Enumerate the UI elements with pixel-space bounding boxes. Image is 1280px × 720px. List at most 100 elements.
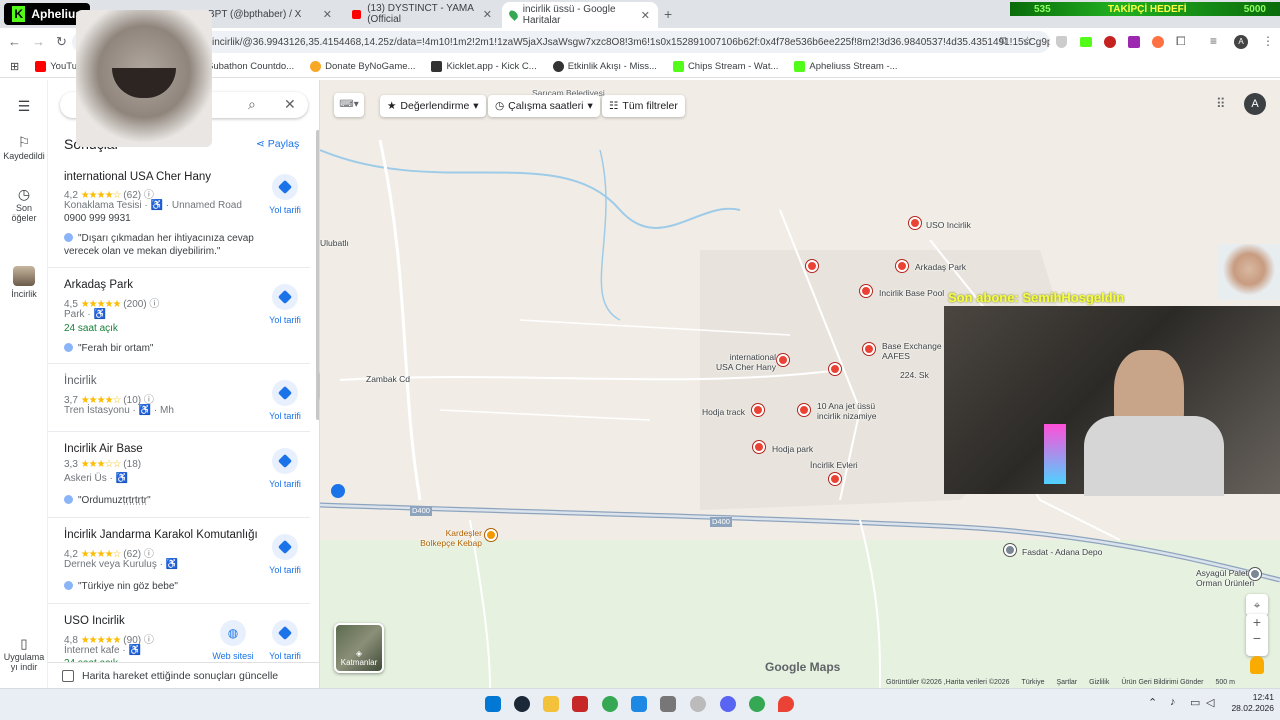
maps-app-icon[interactable] [778, 696, 794, 712]
bookmark-apheliuss[interactable]: Apheliuss Stream -... [794, 61, 898, 72]
tab-google-maps[interactable]: incirlik üssü - Google Haritalar ✕ [502, 2, 658, 28]
map-pin-pool[interactable] [860, 285, 872, 297]
directions-button[interactable]: Yol tarifi [262, 380, 308, 421]
zoom-in-button[interactable]: + [1246, 614, 1268, 630]
filter-all[interactable]: ☷ Tüm filtreler [602, 95, 685, 117]
transit-icon[interactable] [331, 484, 345, 498]
directions-button[interactable]: Yol tarifi [262, 174, 308, 215]
filter-rating[interactable]: ★ Değerlendirme ▾ [380, 95, 486, 117]
close-icon[interactable]: ✕ [641, 9, 650, 22]
result-item[interactable]: Arkadaş Park 4,5 ★★★★★ (200) ⓘ Park · ♿ … [48, 270, 310, 364]
bookmark-star-icon[interactable]: ☆ [1022, 34, 1033, 48]
search-icon[interactable]: ⌕ [248, 96, 256, 113]
forward-icon[interactable]: → [32, 34, 45, 49]
tab-youtube[interactable]: (13) DYSTINCT - YAMA (Official ✕ [344, 3, 500, 25]
share-button[interactable]: ⋖ Paylaş [256, 138, 299, 150]
terms-link[interactable]: Şartlar [1057, 679, 1078, 686]
map-country-link[interactable]: Türkiye [1022, 679, 1045, 686]
apps-grid-icon[interactable]: ⊞ [10, 60, 19, 73]
result-item[interactable]: Incirlik Air Base 3,3 ★★★☆☆ (18) Askeri … [48, 434, 310, 518]
twitch-extension-icon[interactable] [1128, 36, 1140, 48]
extensions-puzzle-icon[interactable]: ⧠ [1176, 34, 1186, 49]
menu-icon[interactable]: ☰ [0, 98, 48, 115]
kick-extension-icon[interactable] [1080, 37, 1092, 47]
map-pin-hodja-park[interactable] [753, 441, 765, 453]
obs-icon[interactable] [690, 696, 706, 712]
map-pin-hodja-track[interactable] [752, 404, 764, 416]
result-item[interactable]: İncirlik 3,7 ★★★★☆ (10) ⓘ Tren İstasyonu… [48, 366, 310, 432]
install-icon[interactable]: ⧉ [1000, 35, 1008, 48]
back-icon[interactable]: ← [8, 34, 21, 49]
reload-icon[interactable]: ↻ [56, 34, 67, 50]
profile-avatar[interactable]: A [1234, 35, 1248, 49]
map-pin-kebap[interactable] [485, 529, 497, 541]
close-icon[interactable]: ✕ [483, 8, 492, 21]
rail-get-app[interactable]: ▯ Uygulama yı indir [0, 636, 48, 672]
directions-button[interactable]: Yol tarifi [262, 620, 308, 661]
directions-button[interactable]: Yol tarifi [262, 284, 308, 325]
tab-bpthaber[interactable]: BPT (@bpthaber) / X ✕ [200, 3, 340, 25]
discord-icon[interactable] [720, 696, 736, 712]
filter-hours[interactable]: ◷ Çalışma saatleri ▾ [488, 95, 600, 117]
update-on-move-row[interactable]: Harita hareket ettiğinde sonuçları günce… [48, 662, 319, 688]
browser-menu-icon[interactable]: ⋮ [1262, 34, 1274, 48]
rail-saved[interactable]: ⚐ Kaydedildi [0, 134, 48, 161]
zoom-out-button[interactable]: − [1246, 630, 1268, 646]
tray-chevron-icon[interactable]: ⌃ [1148, 696, 1157, 709]
close-icon[interactable]: ✕ [284, 96, 296, 113]
result-item[interactable]: international USA Cher Hany 4,2 ★★★★☆ (6… [48, 168, 310, 268]
windows-start-icon[interactable] [485, 696, 501, 712]
directions-button[interactable]: Yol tarifi [262, 448, 308, 489]
result-item[interactable]: USO Incirlik 4,8 ★★★★★ (90) ⓘ İnternet k… [48, 606, 310, 669]
map-pin-evleri[interactable] [829, 473, 841, 485]
website-button[interactable]: ◍ Web sitesi [210, 620, 256, 661]
address-bar[interactable]: incirlik/@36.9943126,35.4154468,14.25z/d… [72, 31, 1050, 53]
extension-icon[interactable] [1152, 36, 1164, 48]
map-pin-unnamed[interactable] [806, 260, 818, 272]
directions-button[interactable]: Yol tarifi [262, 534, 308, 575]
result-hours: 24 saat açık [64, 323, 118, 334]
media-control-icon[interactable]: ≡ [1210, 34, 1217, 48]
map-pin-unnamed[interactable] [829, 363, 841, 375]
app-icon[interactable] [660, 696, 676, 712]
map-pin-cher[interactable] [777, 354, 789, 366]
input-tools-button[interactable]: ⌨▾ [334, 93, 364, 117]
map-pin-jet[interactable] [798, 404, 810, 416]
network-icon[interactable]: ▭ [1190, 696, 1200, 709]
account-avatar[interactable]: A [1244, 93, 1266, 115]
new-tab-icon[interactable]: + [664, 6, 672, 22]
bookmark-etkinlik[interactable]: Etkinlik Akışı - Miss... [552, 61, 657, 72]
close-icon[interactable]: ✕ [323, 8, 332, 21]
bookmark-chips[interactable]: Chips Stream - Wat... [672, 61, 778, 72]
file-explorer-icon[interactable] [543, 696, 559, 712]
map-pin-bx[interactable] [863, 343, 875, 355]
bookmark-kicklet[interactable]: Kicklet.app - Kick C... [431, 61, 537, 72]
google-apps-icon[interactable]: ⠿ [1216, 96, 1226, 112]
bookmark-bynogame[interactable]: Donate ByNoGame... [310, 61, 415, 72]
clock-icon: ◷ [495, 100, 505, 112]
volume-icon[interactable]: ◁ [1206, 696, 1214, 709]
shield-extension-icon[interactable] [1056, 36, 1067, 48]
map-pin-arkadas[interactable] [896, 260, 908, 272]
chrome-icon[interactable] [602, 696, 618, 712]
layers-button[interactable]: ◈ Katmanlar [334, 623, 384, 673]
chrome-icon[interactable] [749, 696, 765, 712]
app-icon[interactable] [631, 696, 647, 712]
privacy-link[interactable]: Gizlilik [1089, 679, 1109, 686]
map-pin-depo[interactable] [1004, 544, 1016, 556]
rail-recent[interactable]: ◷ Son öğeler [0, 186, 48, 223]
map-pin-uso[interactable] [909, 217, 921, 229]
bookmark-subathon[interactable]: Subathon Countdo... [207, 61, 294, 72]
app-icon[interactable] [572, 696, 588, 712]
system-clock[interactable]: 12:41 28.02.2026 [1226, 692, 1274, 714]
result-item[interactable]: İncirlik Jandarma Karakol Komutanlığı 4,… [48, 520, 310, 604]
extension-icon[interactable] [1104, 36, 1116, 48]
rail-recent-place[interactable]: İncirlik [0, 266, 48, 299]
microphone-icon[interactable]: ♪ [1170, 696, 1176, 708]
my-location-icon[interactable]: ⌖ [1246, 594, 1268, 616]
update-checkbox[interactable] [62, 669, 74, 682]
feedback-link[interactable]: Ürün Geri Bildirimi Gönder [1121, 679, 1203, 686]
steam-icon[interactable] [514, 696, 530, 712]
street-view-pegman-icon[interactable] [1250, 656, 1264, 674]
bookmark-youtube[interactable]: YouTu [35, 61, 77, 72]
